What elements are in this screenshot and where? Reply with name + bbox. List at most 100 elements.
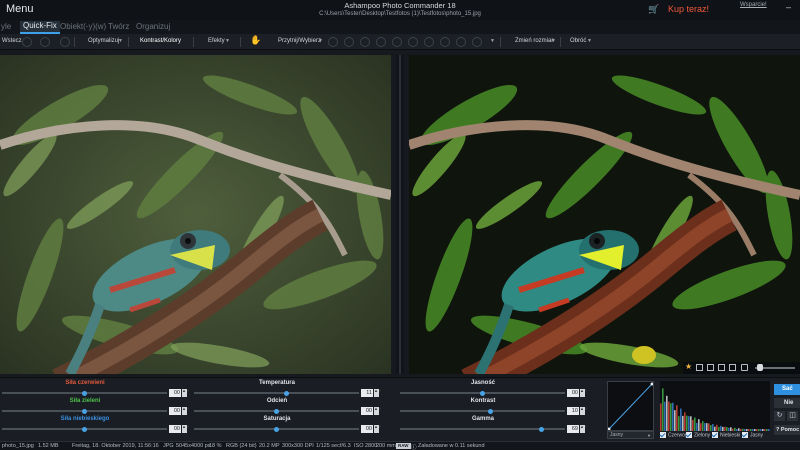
hand-tool-icon[interactable]: ✋ xyxy=(250,35,261,46)
refresh-icon[interactable]: ↻ xyxy=(774,411,785,421)
checkbox-bright[interactable]: Jasny xyxy=(742,432,763,438)
split-divider[interactable] xyxy=(396,55,404,374)
adjust-slider[interactable] xyxy=(400,410,565,412)
adjust-slider-handle[interactable] xyxy=(488,408,494,414)
adjust-slider-handle[interactable] xyxy=(82,390,87,396)
adjust-spinner[interactable]: ▲▼ xyxy=(374,389,382,397)
crop-select-menu[interactable]: Przytnij/Wybierz xyxy=(278,38,321,44)
adjust-label: Odcień xyxy=(266,398,288,404)
view-single-icon[interactable] xyxy=(729,364,736,371)
histogram-bar xyxy=(734,427,736,431)
tab-objects[interactable]: Obiekt(-y)(w) xyxy=(60,22,106,31)
histogram-bar xyxy=(686,415,688,431)
view-grid-icon[interactable] xyxy=(696,364,703,371)
divider-handle[interactable] xyxy=(399,55,401,374)
rotate-menu[interactable]: Obróć xyxy=(570,38,586,44)
optimize-menu[interactable]: Optymalizuj xyxy=(88,38,119,44)
tool-icon[interactable] xyxy=(360,37,370,47)
adjust-slider-handle[interactable] xyxy=(274,426,279,432)
adjust-slider-handle[interactable] xyxy=(480,390,485,396)
status-zoom: 18 % xyxy=(209,443,222,449)
adjust-value-input[interactable]: 00 xyxy=(169,425,181,433)
minimize-icon[interactable]: – xyxy=(786,2,791,12)
status-format: JPG xyxy=(163,443,174,449)
tab-quick-fix[interactable]: Quick-Fix xyxy=(20,21,60,34)
adjust-slider-handle[interactable] xyxy=(539,426,545,432)
adjust-slider-handle[interactable] xyxy=(283,390,289,396)
adjust-value-input[interactable]: 00 xyxy=(567,389,579,397)
help-button[interactable]: ? Pomoc xyxy=(774,425,800,435)
adjust-slider[interactable] xyxy=(194,392,359,394)
histogram-bar xyxy=(702,421,704,431)
tool-icon[interactable] xyxy=(392,37,402,47)
adjust-spinner[interactable]: ▲▼ xyxy=(182,389,190,397)
checkbox-green[interactable]: Zielony xyxy=(686,432,710,438)
histogram-bar xyxy=(684,412,686,431)
tool-icon[interactable] xyxy=(456,37,466,47)
checkbox-bright-box[interactable] xyxy=(742,432,748,438)
tool-icon[interactable] xyxy=(376,37,386,47)
star-icon[interactable]: ★ xyxy=(685,362,692,371)
adjust-value-input[interactable]: 10 xyxy=(567,407,579,415)
tab-styles[interactable]: yle xyxy=(1,22,11,31)
tool-icon[interactable] xyxy=(472,37,482,47)
buy-now-link[interactable]: Kup teraz! xyxy=(668,4,709,14)
support-link[interactable]: Wsparcie! xyxy=(740,2,767,8)
tab-create[interactable]: Twórz xyxy=(108,22,129,31)
histogram-bar xyxy=(738,428,740,431)
histogram-bar xyxy=(756,429,758,431)
histogram-bar xyxy=(698,419,700,431)
undo-icon[interactable] xyxy=(22,37,32,47)
adjust-value-input[interactable]: 69 xyxy=(567,425,579,433)
histogram-bar xyxy=(678,416,680,431)
info-icon[interactable]: ⓘ xyxy=(411,443,417,450)
back-button[interactable]: Wstecz xyxy=(2,38,22,44)
checkbox-blue-box[interactable] xyxy=(712,432,718,438)
adjust-spinner[interactable]: ▲▼ xyxy=(182,407,190,415)
checkbox-red-box[interactable] xyxy=(660,432,666,438)
adjust-spinner[interactable]: ▲▼ xyxy=(580,389,588,397)
histogram-bar xyxy=(726,426,728,431)
compare-icon[interactable]: ◫ xyxy=(787,411,798,421)
tool-icon[interactable] xyxy=(440,37,450,47)
adjust-spinner[interactable]: ▲▼ xyxy=(374,425,382,433)
reset-icon[interactable] xyxy=(60,37,70,47)
adjust-spinner[interactable]: ▲▼ xyxy=(182,425,190,433)
toolbar: Wstecz Optymalizuj ▼ Kontrast/Kolory Efe… xyxy=(0,34,800,50)
tool-icon[interactable] xyxy=(344,37,354,47)
adjust-value-input[interactable]: 11 xyxy=(361,389,373,397)
adjust-label: Gamma xyxy=(471,416,494,422)
effects-menu[interactable]: Efekty xyxy=(208,38,225,44)
view-compare-icon[interactable] xyxy=(718,364,725,371)
fullscreen-icon[interactable] xyxy=(741,364,748,371)
adjust-slider-handle[interactable] xyxy=(274,408,279,414)
histogram-bar xyxy=(750,429,752,431)
tool-icon[interactable] xyxy=(408,37,418,47)
adjust-spinner[interactable]: ▲▼ xyxy=(580,407,588,415)
save-label: Sać xyxy=(782,386,793,392)
adjust-value-input[interactable]: 00 xyxy=(169,389,181,397)
curve-channel-select[interactable]: Jasny ▼ xyxy=(607,431,654,439)
cart-icon[interactable]: 🛒 xyxy=(648,4,659,15)
redo-icon[interactable] xyxy=(40,37,50,47)
resize-menu[interactable]: Zmień rozmiar xyxy=(515,38,553,44)
adjust-value-input[interactable]: 00 xyxy=(361,425,373,433)
tab-organize[interactable]: Organizuj xyxy=(136,22,170,31)
adjust-slider-handle[interactable] xyxy=(82,426,87,432)
adjust-value-input[interactable]: 00 xyxy=(169,407,181,415)
adjust-spinner[interactable]: ▲▼ xyxy=(374,407,382,415)
adjust-value-input[interactable]: 00 xyxy=(361,407,373,415)
curve-editor[interactable] xyxy=(607,381,654,431)
save-button[interactable]: Sać xyxy=(774,384,800,395)
tool-icon[interactable] xyxy=(328,37,338,47)
adjust-slider-handle[interactable] xyxy=(82,408,87,414)
tool-icon[interactable] xyxy=(424,37,434,47)
contrast-colors-button[interactable]: Kontrast/Kolory xyxy=(140,38,181,44)
adjust-spinner[interactable]: ▲▼ xyxy=(580,425,588,433)
view-split-icon[interactable] xyxy=(707,364,714,371)
checkbox-green-box[interactable] xyxy=(686,432,692,438)
checkbox-blue[interactable]: Niebieski xyxy=(712,432,740,438)
zoom-slider-handle[interactable] xyxy=(757,364,763,371)
histogram-bar xyxy=(692,419,694,431)
no-button[interactable]: Nie xyxy=(774,398,800,408)
